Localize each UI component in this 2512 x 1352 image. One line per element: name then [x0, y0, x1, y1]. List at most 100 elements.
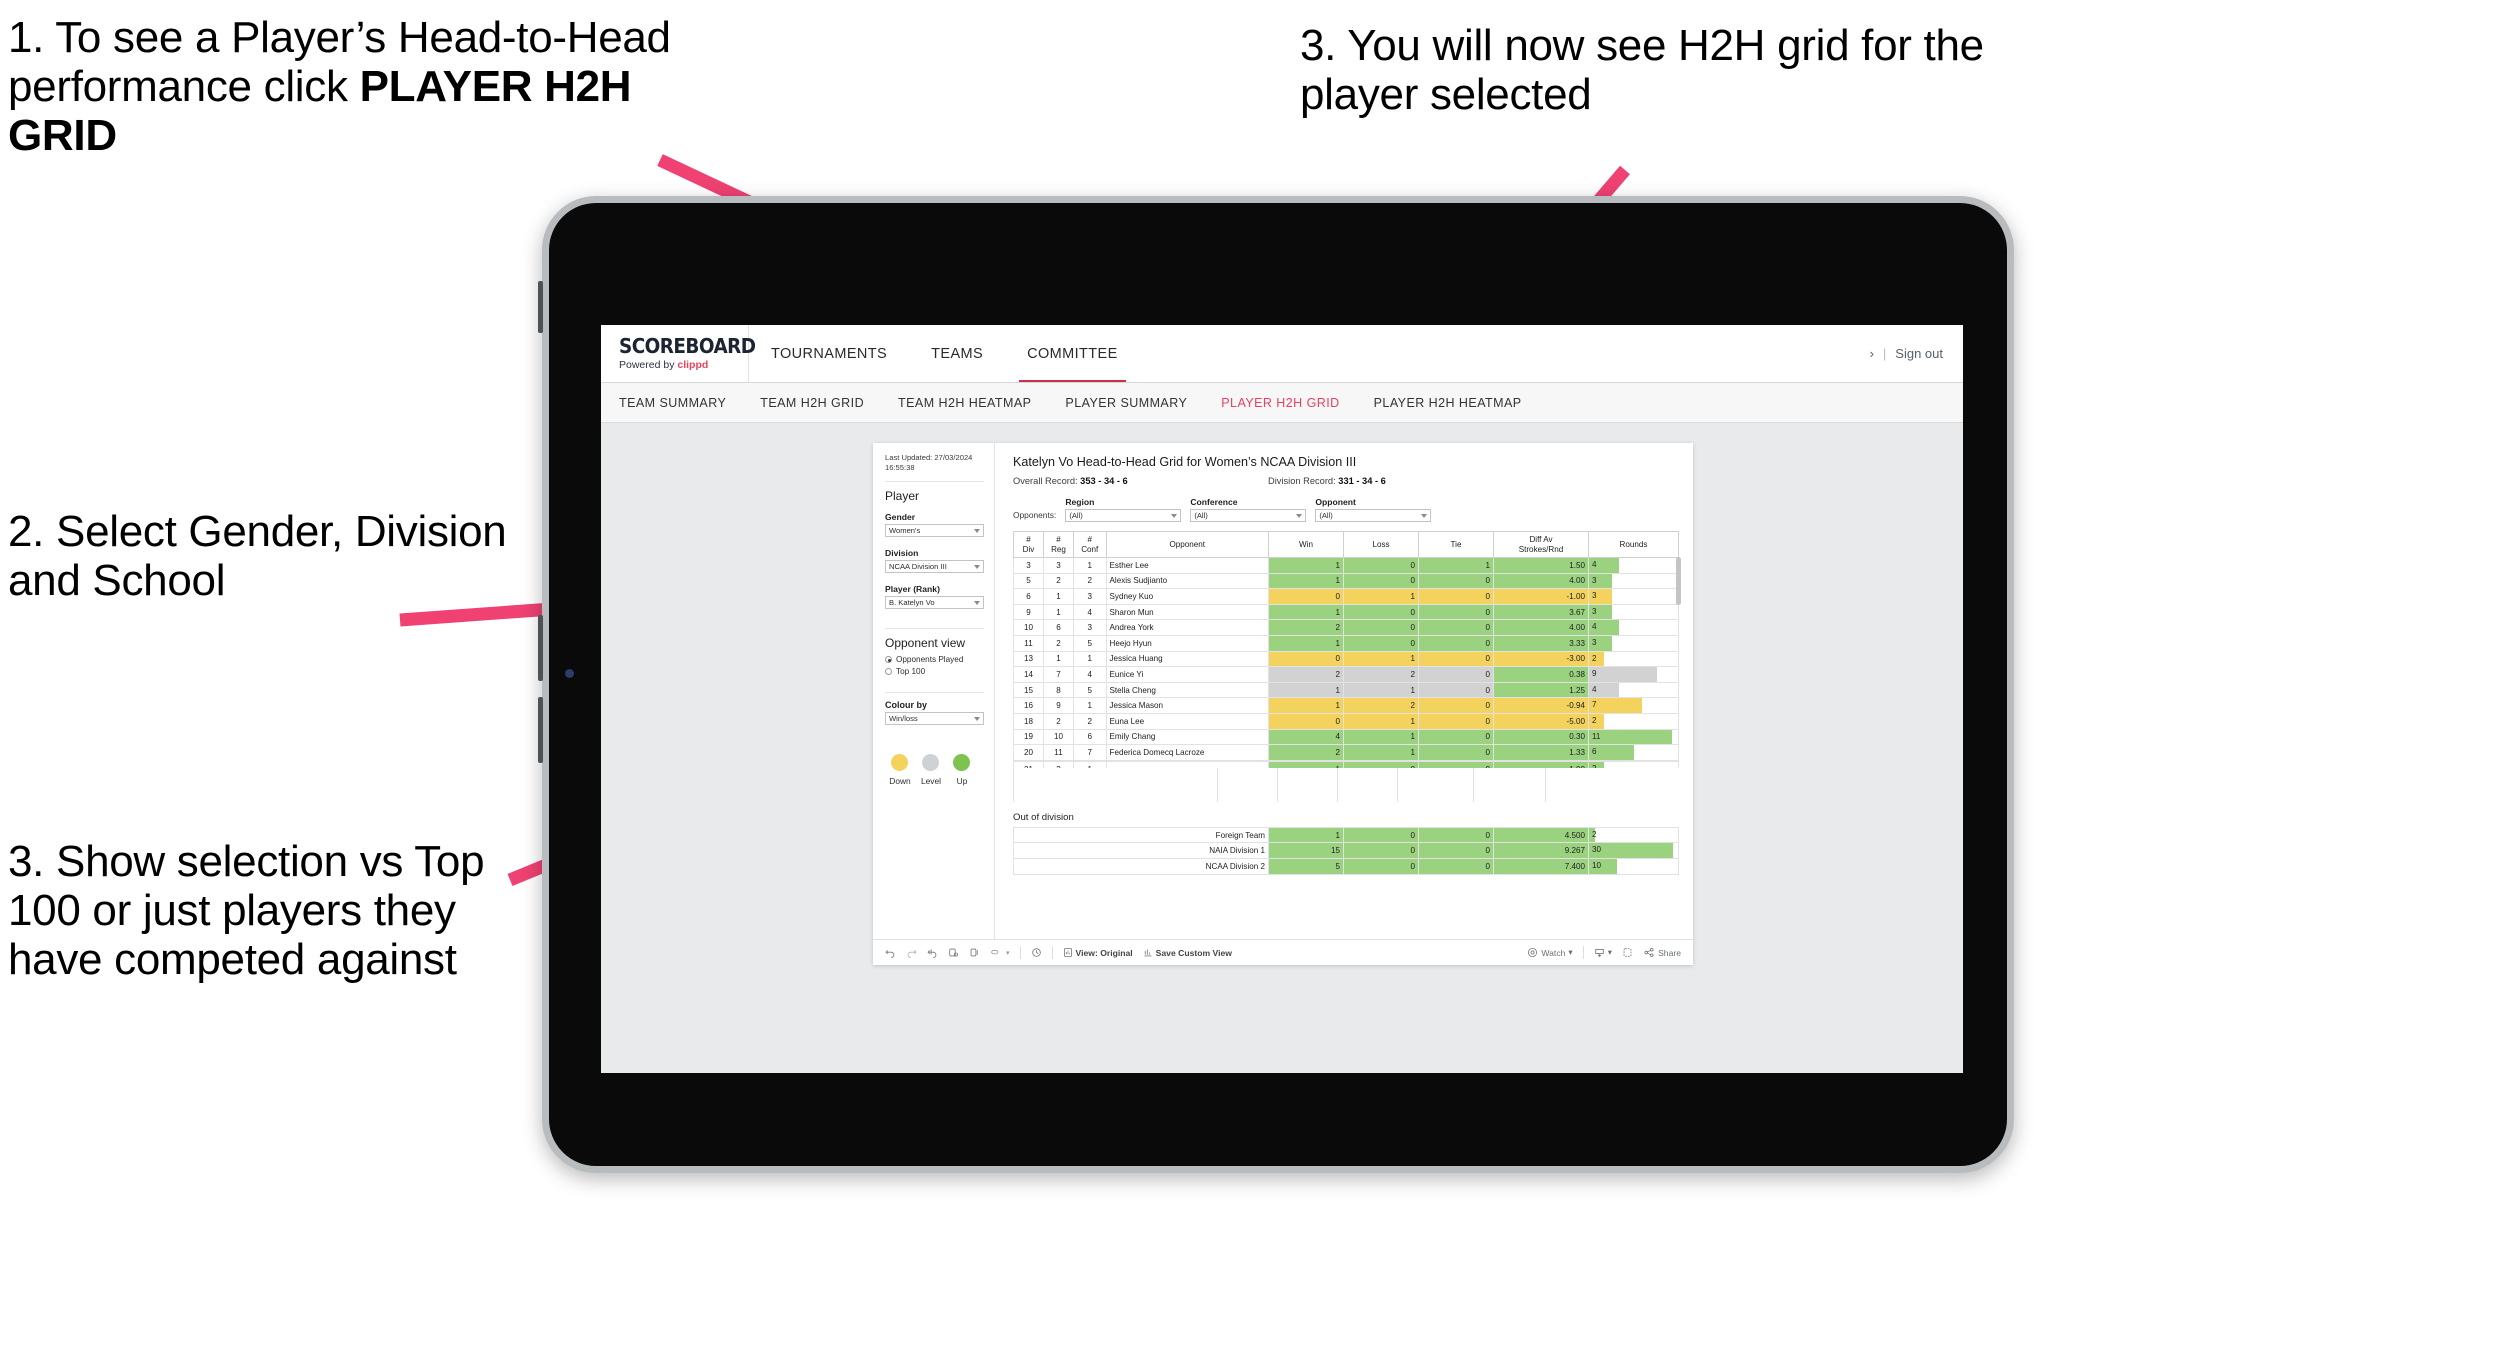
redo-icon[interactable]: [906, 947, 917, 958]
cell: 1: [1073, 557, 1107, 574]
highlight-icon[interactable]: ▾: [990, 947, 1010, 958]
h2h-table: # Div # Reg # Conf Opponent Win Loss Tie Diff Av St…: [1013, 531, 1679, 761]
share-button[interactable]: Share: [1643, 947, 1681, 958]
cell: 7.400: [1493, 857, 1589, 875]
cell: 0: [1418, 728, 1494, 746]
fullscreen-icon[interactable]: [1622, 947, 1633, 958]
region-select[interactable]: (All): [1065, 509, 1182, 522]
table-row[interactable]: 5 2 2 Alexis Sudjianto 1 0 0 4.00 3: [1013, 572, 1679, 590]
top-nav-item-teams[interactable]: TEAMS: [909, 325, 1005, 382]
cell: 11: [1013, 634, 1044, 652]
top-nav: TOURNAMENTS TEAMS COMMITTEE: [749, 325, 1140, 382]
colour-legend: Down Level Up: [885, 754, 984, 786]
pause-auto-update-icon[interactable]: [969, 947, 980, 958]
revert-icon[interactable]: [927, 947, 938, 958]
division-select[interactable]: NCAA Division III: [885, 560, 984, 574]
table-row[interactable]: NCAA Division 2 5 0 0 7.400 10: [1013, 857, 1679, 875]
division-record-value: 331 - 34 - 6: [1338, 476, 1386, 486]
volume-up-button[interactable]: [538, 615, 543, 681]
table-row[interactable]: 15 8 5 Stella Cheng 1 1 0 1.25 4: [1013, 681, 1679, 699]
cell: 1: [1073, 650, 1107, 668]
conference-filter: Conference (All): [1190, 497, 1307, 522]
cell: 0: [1343, 557, 1419, 574]
region-label: Region: [1065, 497, 1095, 507]
chevron-down-icon: ▾: [1006, 949, 1010, 957]
rounds-bar-cell: 2: [1588, 712, 1679, 730]
legend-label-up: Up: [956, 776, 968, 787]
h2h-col-header: Diff Av Strokes/Rnd: [1493, 531, 1589, 558]
save-custom-view-label: Save Custom View: [1155, 947, 1232, 958]
save-custom-view-button[interactable]: Save Custom View: [1143, 947, 1232, 958]
top-nav-item-tournaments[interactable]: TOURNAMENTS: [749, 325, 909, 382]
cell: Esther Lee: [1105, 557, 1269, 574]
sub-nav-item-team-summary[interactable]: TEAM SUMMARY: [619, 396, 726, 410]
sub-nav-item-player-h2h-grid[interactable]: PLAYER H2H GRID: [1221, 396, 1339, 410]
table-row[interactable]: 3 3 1 Esther Lee 1 0 1 1.50 4: [1013, 557, 1679, 574]
gender-select[interactable]: Women's: [885, 524, 984, 538]
cell: 2: [1043, 572, 1074, 590]
opponent-select[interactable]: (All): [1315, 509, 1432, 522]
logo-brand: clippd: [677, 359, 709, 371]
table-row[interactable]: 10 6 3 Andrea York 2 0 0 4.00 4: [1013, 619, 1679, 636]
sub-nav-item-player-summary[interactable]: PLAYER SUMMARY: [1065, 396, 1187, 410]
player-rank-filter: Player (Rank) B. Katelyn Vo: [885, 584, 984, 620]
gender-filter: Gender Women's: [885, 512, 984, 548]
table-scrollbar[interactable]: [1676, 557, 1681, 605]
table-row[interactable]: 11 2 5 Heejo Hyun 1 0 0 3.33 3: [1013, 634, 1679, 652]
cell: 6: [1013, 588, 1044, 605]
cell: 13: [1013, 650, 1044, 668]
history-icon[interactable]: [1031, 947, 1042, 958]
logo[interactable]: SCOREBOARD Powered by clippd: [601, 325, 756, 382]
chevron-right-icon[interactable]: ›: [1870, 346, 1874, 361]
table-row[interactable]: Foreign Team 1 0 0 4.500 2: [1013, 826, 1679, 844]
clipped-row: 21 3 1 1 0 0 1.00 2: [1013, 760, 1679, 768]
cell: 1.25: [1493, 681, 1589, 699]
table-row[interactable]: 6 1 3 Sydney Kuo 0 1 0 -1.00 3: [1013, 588, 1679, 605]
sub-nav-item-team-h2h-heatmap[interactable]: TEAM H2H HEATMAP: [898, 396, 1031, 410]
player-rank-select[interactable]: B. Katelyn Vo: [885, 596, 984, 610]
cell: 0: [1418, 603, 1494, 621]
sub-nav-item-player-h2h-heatmap[interactable]: PLAYER H2H HEATMAP: [1374, 396, 1522, 410]
download-button[interactable]: ▾: [1594, 947, 1612, 958]
table-row[interactable]: 19 10 6 Emily Chang 4 1 0 0.30 11: [1013, 728, 1679, 746]
cell: 0: [1418, 619, 1494, 636]
conference-select[interactable]: (All): [1190, 509, 1307, 522]
table-row[interactable]: NAIA Division 1 15 0 0 9.267 30: [1013, 842, 1679, 859]
sub-nav-item-team-h2h-grid[interactable]: TEAM H2H GRID: [760, 396, 864, 410]
table-row[interactable]: 14 7 4 Eunice Yi 2 2 0 0.38 9: [1013, 666, 1679, 683]
cell: -5.00: [1493, 712, 1589, 730]
watch-button[interactable]: Watch ▾: [1527, 947, 1573, 958]
chevron-down-icon: [1296, 513, 1303, 518]
table-row[interactable]: 20 11 7 Federica Domecq Lacroze 2 1 0 1.33 6: [1013, 744, 1679, 761]
volume-down-button[interactable]: [538, 697, 543, 763]
radio-opponents-played[interactable]: Opponents Played: [885, 655, 984, 664]
cell: 10: [1013, 619, 1044, 636]
cell: 0: [1418, 842, 1494, 859]
radio-top-100-label: Top 100: [896, 667, 926, 677]
overall-record-value: 353 - 34 - 6: [1080, 476, 1128, 486]
cell: 14: [1013, 666, 1044, 683]
colour-by-select[interactable]: Win/loss: [885, 712, 984, 726]
table-row[interactable]: 16 9 1 Jessica Mason 1 2 0 -0.94 7: [1013, 697, 1679, 714]
cell: 2: [1343, 666, 1419, 683]
table-row[interactable]: 9 1 4 Sharon Mun 1 0 0 3.67 3: [1013, 603, 1679, 621]
division-record: Division Record: 331 - 34 - 6: [1268, 476, 1523, 486]
rounds-bar-cell: 3: [1588, 572, 1679, 590]
legend-labels: Down Level Up: [885, 776, 984, 786]
undo-icon[interactable]: [885, 947, 896, 958]
table-row[interactable]: 18 2 2 Euna Lee 0 1 0 -5.00 2: [1013, 712, 1679, 730]
table-row[interactable]: 13 1 1 Jessica Huang 0 1 0 -3.00 2: [1013, 650, 1679, 668]
top-nav-item-committee[interactable]: COMMITTEE: [1005, 325, 1140, 382]
legend-dot-level: [922, 754, 939, 772]
radio-top-100[interactable]: Top 100: [885, 667, 984, 676]
rounds-bar-cell: 4: [1588, 557, 1679, 574]
refresh-icon[interactable]: [948, 947, 959, 958]
cell: 1: [1043, 588, 1074, 605]
power-button[interactable]: [538, 281, 543, 333]
cell: Sharon Mun: [1105, 603, 1269, 621]
cell: 0: [1418, 697, 1494, 714]
cell: 0: [1343, 826, 1419, 844]
sign-out-link[interactable]: Sign out: [1895, 346, 1943, 361]
division-record-label: Division Record:: [1268, 476, 1339, 486]
view-original-button[interactable]: View: Original: [1063, 947, 1133, 958]
